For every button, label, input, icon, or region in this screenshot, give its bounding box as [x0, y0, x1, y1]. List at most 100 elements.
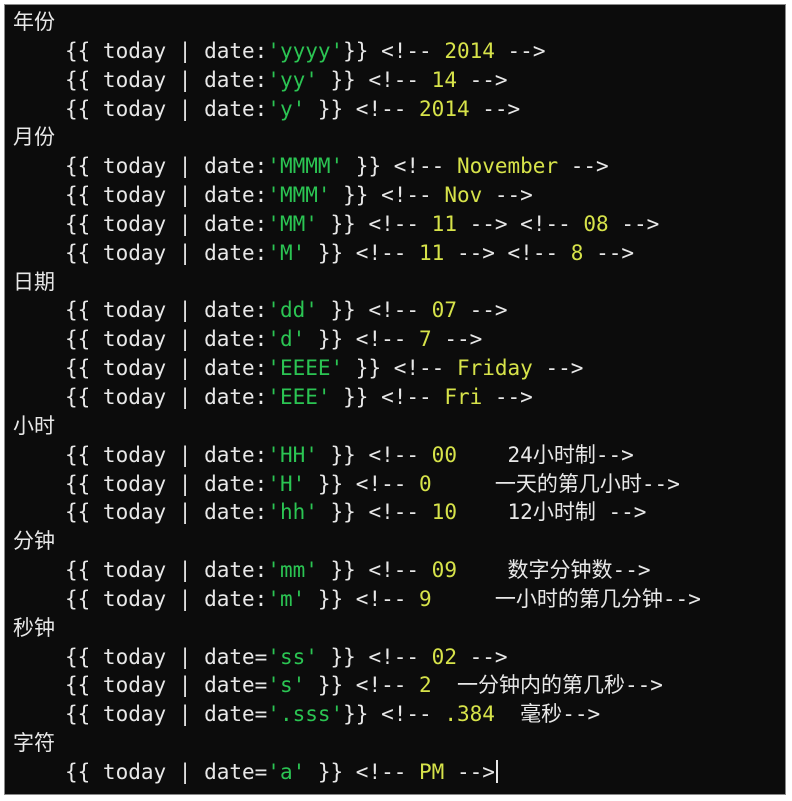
code-expression: {{ today | date= — [65, 644, 268, 669]
code-expression: {{ today | date: — [65, 211, 268, 236]
comment-note: 毫秒 — [494, 702, 563, 727]
comment-open: }} <!-- — [317, 500, 432, 525]
code-line: {{ today | date:'MMM' }} <!-- Nov --> — [11, 181, 785, 210]
output-value: 0 — [419, 471, 432, 496]
comment-note: 数字分钟数 — [456, 558, 613, 583]
comment-close: --> — [532, 356, 584, 381]
format-string: 'yy' — [267, 67, 318, 92]
comment-close: --> — [469, 96, 521, 121]
code-expression: {{ today | date: — [65, 356, 268, 381]
comment-close: --> — [456, 644, 508, 669]
comment-open: }} <!-- — [305, 471, 420, 496]
format-string: 'mm' — [267, 558, 318, 583]
format-string: 'hh' — [267, 500, 318, 525]
comment-open: }} <!-- — [343, 38, 445, 63]
comment-close: --> — [482, 384, 533, 409]
code-expression: {{ today | date: — [65, 327, 268, 352]
comment-open: }} <!-- — [305, 586, 420, 611]
code-line: {{ today | date:'mm' }} <!-- 09 数字分钟数--> — [11, 556, 785, 585]
code-line: {{ today | date:'MMMM' }} <!-- November … — [11, 152, 785, 181]
text-cursor — [495, 759, 498, 783]
comment-open: }} <!-- — [343, 356, 457, 381]
output-value: 9 — [419, 586, 432, 611]
comment-close: --> — [562, 702, 601, 727]
comment-note: 一小时的第几分钟 — [431, 586, 663, 611]
code-line: {{ today | date:'EEE' }} <!-- Fri --> — [11, 383, 785, 412]
code-expression: {{ today | date: — [65, 298, 268, 323]
output-value: 10 — [431, 500, 457, 525]
code-line: {{ today | date:'yyyy'}} <!-- 2014 --> — [11, 37, 785, 66]
comment-open: }} <!-- — [317, 298, 432, 323]
comment-open: }} <!-- — [343, 702, 445, 727]
format-string: 's' — [267, 673, 306, 698]
section-heading: 年份 — [13, 10, 55, 34]
output-value: 2014 — [444, 38, 495, 63]
output-value: PM — [419, 759, 445, 784]
comment-close: --> — [456, 67, 508, 92]
code-line: {{ today | date:'d' }} <!-- 7 --> — [11, 325, 785, 354]
format-string: 'MMM' — [267, 183, 331, 208]
format-string: '.sss' — [267, 702, 344, 727]
format-string: 'm' — [267, 586, 306, 611]
output-value: 11 — [419, 240, 445, 265]
comment-close-2: --> — [608, 211, 660, 236]
code-line: {{ today | date:'H' }} <!-- 0 一天的第几小时--> — [11, 470, 785, 499]
section-heading: 秒钟 — [13, 615, 55, 640]
code-editor[interactable]: 年份{{ today | date:'yyyy'}} <!-- 2014 -->… — [4, 4, 786, 795]
output-value: 11 — [431, 211, 457, 236]
output-value-2: 8 — [570, 240, 584, 265]
comment-open: }} <!-- — [330, 384, 445, 409]
comment-open: }} <!-- — [305, 673, 420, 698]
code-expression: {{ today | date: — [65, 154, 268, 179]
comment-open: }} <!-- — [317, 558, 432, 583]
output-value: 02 — [431, 644, 457, 669]
code-line: {{ today | date:'M' }} <!-- 11 --> <!-- … — [11, 239, 785, 268]
code-line: {{ today | date:'dd' }} <!-- 07 --> — [11, 296, 785, 325]
output-value: Nov — [444, 183, 483, 208]
code-expression: {{ today | date: — [65, 240, 268, 265]
format-string: 'd' — [267, 327, 306, 352]
code-expression: {{ today | date: — [65, 96, 268, 121]
comment-close: --> — [612, 558, 651, 583]
code-expression: {{ today | date: — [65, 471, 268, 496]
code-line: {{ today | date='a' }} <!-- PM --> — [11, 758, 785, 787]
code-line: {{ today | date:'m' }} <!-- 9 一小时的第几分钟--… — [11, 585, 785, 614]
format-string: 'EEE' — [267, 384, 331, 409]
comment-close-2: --> — [583, 240, 634, 265]
format-string: 'a' — [267, 759, 306, 784]
comment-open: }} <!-- — [305, 96, 420, 121]
code-expression: {{ today | date: — [65, 586, 268, 611]
comment-open: }} <!-- — [317, 442, 432, 467]
output-value: 14 — [431, 67, 457, 92]
format-string: 'y' — [267, 96, 306, 121]
format-string: 'ss' — [267, 644, 318, 669]
comment-open: }} <!-- — [305, 759, 420, 784]
code-expression: {{ today | date= — [65, 759, 268, 784]
section-heading: 字符 — [13, 731, 55, 756]
code-line: {{ today | date:'MM' }} <!-- 11 --> <!--… — [11, 210, 785, 239]
output-value: Friday — [456, 356, 533, 381]
comment-close: --> — [595, 500, 647, 525]
comment-close: --> — [641, 471, 680, 496]
comment-close: --> — [558, 154, 609, 179]
format-string: 'HH' — [267, 442, 318, 467]
output-value: 2014 — [419, 96, 470, 121]
code-expression: {{ today | date: — [65, 67, 268, 92]
comment-note: 一分钟内的第几秒 — [431, 673, 625, 698]
output-value: 00 — [431, 442, 457, 467]
comment-close: --> — [595, 442, 634, 467]
output-value: .384 — [444, 702, 495, 727]
comment-open: }} <!-- — [305, 327, 420, 352]
comment-open: }} <!-- — [317, 67, 432, 92]
comment-close: --> — [444, 759, 495, 784]
editor-content[interactable]: 年份{{ today | date:'yyyy'}} <!-- 2014 -->… — [11, 8, 785, 787]
code-line: {{ today | date:'EEEE' }} <!-- Friday --… — [11, 354, 785, 383]
comment-open: }} <!-- — [305, 240, 420, 265]
format-string: 'MMMM' — [267, 154, 344, 179]
output-value: 09 — [431, 558, 457, 583]
code-expression: {{ today | date: — [65, 500, 268, 525]
code-expression: {{ today | date: — [65, 183, 268, 208]
format-string: 'yyyy' — [267, 38, 344, 63]
format-string: 'M' — [267, 240, 306, 265]
code-line: {{ today | date:'hh' }} <!-- 10 12小时制 --… — [11, 498, 785, 527]
